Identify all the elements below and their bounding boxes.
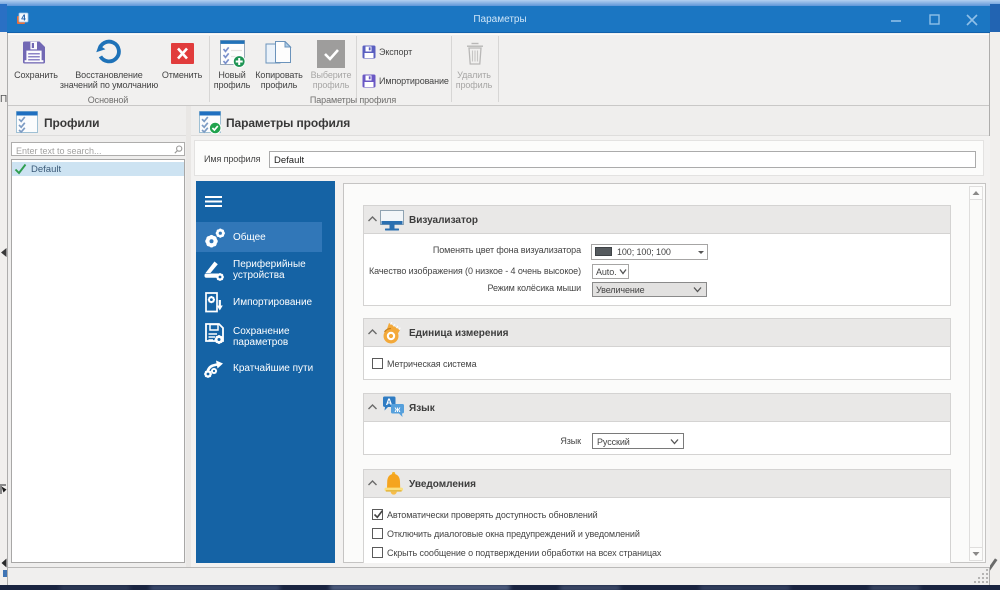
svg-text:ж: ж	[394, 405, 401, 414]
svg-text:4: 4	[21, 14, 26, 23]
